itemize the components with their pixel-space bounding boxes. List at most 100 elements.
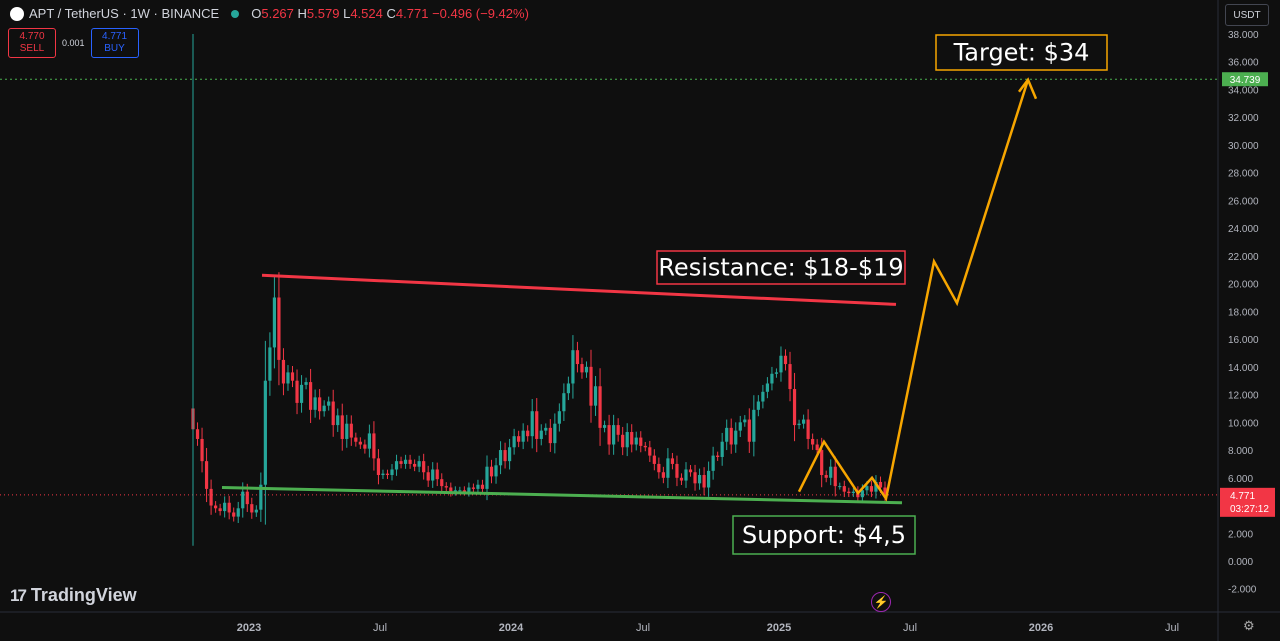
candle-body bbox=[489, 466, 494, 477]
candle-body bbox=[598, 386, 602, 428]
y-tick-label: 18.000 bbox=[1228, 307, 1259, 318]
candle-body bbox=[218, 508, 222, 512]
candle-body bbox=[607, 425, 611, 445]
candle-body bbox=[485, 466, 489, 489]
candle-body bbox=[331, 401, 335, 426]
candle-body bbox=[729, 427, 733, 445]
candle-body bbox=[476, 484, 480, 489]
y-tick-label: 32.000 bbox=[1228, 113, 1259, 124]
candle-body bbox=[625, 432, 629, 448]
candle-body bbox=[838, 486, 842, 488]
y-tick-label: 28.000 bbox=[1228, 169, 1259, 180]
candle-body bbox=[281, 359, 286, 384]
gear-icon[interactable]: ⚙ bbox=[1243, 618, 1255, 634]
candle-body bbox=[792, 389, 797, 426]
candle-body bbox=[666, 458, 670, 478]
candle-body bbox=[761, 391, 765, 402]
candle-body bbox=[471, 487, 476, 489]
candle-body bbox=[602, 425, 607, 428]
candle-body bbox=[544, 427, 548, 431]
candle-body bbox=[779, 355, 783, 373]
candle-body bbox=[526, 430, 530, 437]
buy-button[interactable]: 4.771 BUY bbox=[90, 28, 139, 58]
candle-body bbox=[449, 487, 453, 492]
candle-body bbox=[467, 487, 471, 492]
candle-body bbox=[381, 473, 385, 476]
candle-body bbox=[535, 411, 539, 439]
candle-body bbox=[399, 461, 403, 464]
candle-body bbox=[241, 491, 245, 509]
candle-body bbox=[304, 382, 308, 385]
candle-body bbox=[670, 458, 675, 464]
candle-body bbox=[426, 472, 430, 481]
y-tick-label: -2.000 bbox=[1228, 585, 1257, 596]
candle-body bbox=[444, 486, 448, 488]
market-status-icon bbox=[231, 9, 240, 18]
candle-body bbox=[363, 444, 367, 449]
candle-body bbox=[498, 450, 503, 466]
candle-body bbox=[313, 397, 317, 410]
candle-body bbox=[327, 401, 331, 406]
candle-body bbox=[661, 472, 665, 478]
aptos-logo-icon bbox=[10, 6, 24, 21]
x-tick-label: 2026 bbox=[1029, 622, 1053, 634]
candle-body bbox=[408, 459, 412, 464]
candle-body bbox=[345, 423, 349, 439]
candle-body bbox=[232, 512, 236, 517]
candle-body bbox=[675, 463, 679, 478]
candle-body bbox=[367, 433, 371, 449]
candle-body bbox=[806, 419, 810, 439]
tradingview-logo: 17 TradingView bbox=[10, 585, 137, 605]
candle-body bbox=[815, 444, 819, 451]
lightning-icon[interactable]: ⚡ bbox=[871, 592, 891, 612]
candle-body bbox=[593, 386, 598, 406]
candle-body bbox=[530, 411, 534, 437]
y-tick-label: 0.000 bbox=[1228, 557, 1253, 568]
y-tick-label: 24.000 bbox=[1228, 224, 1259, 235]
projection-path bbox=[797, 79, 1030, 502]
candle-body bbox=[214, 505, 218, 509]
candle-body bbox=[865, 486, 869, 491]
candle-body bbox=[223, 502, 227, 512]
candle-body bbox=[688, 469, 693, 473]
candle-body bbox=[847, 491, 851, 494]
chart-header: APT / TetherUS · 1W · BINANCE O5.267 H5.… bbox=[10, 6, 529, 21]
candle-body bbox=[584, 366, 589, 373]
spread-value: 0.001 bbox=[62, 38, 85, 48]
candle-body bbox=[801, 419, 806, 424]
candle-body bbox=[693, 472, 697, 484]
sell-button[interactable]: 4.770 SELL bbox=[8, 28, 56, 58]
tradingview-logo-icon: 17 bbox=[10, 585, 27, 605]
candle-body bbox=[716, 455, 720, 457]
candle-body bbox=[725, 427, 729, 442]
candle-body bbox=[575, 350, 580, 365]
candle-body bbox=[512, 436, 516, 448]
symbol-title: APT / TetherUS · 1W · BINANCE bbox=[29, 6, 220, 21]
candle-body bbox=[268, 347, 272, 381]
y-tick-label: 30.000 bbox=[1228, 141, 1259, 152]
x-tick-label: 2023 bbox=[237, 622, 261, 634]
candle-body bbox=[770, 373, 774, 384]
candle-body bbox=[236, 508, 240, 517]
x-tick-label: Jul bbox=[903, 622, 917, 634]
trade-panel: 4.770 SELL 0.001 4.771 BUY bbox=[8, 28, 139, 58]
target-price-badge-label: 34.739 bbox=[1230, 75, 1261, 86]
candle-body bbox=[734, 430, 738, 445]
target-label: Target: $34 bbox=[953, 39, 1090, 67]
candle-body bbox=[811, 438, 815, 445]
y-tick-label: 34.000 bbox=[1228, 85, 1259, 96]
candle-body bbox=[829, 466, 833, 478]
candle-body bbox=[720, 441, 724, 457]
price-chart[interactable]: -2.0000.0002.0004.0006.0008.00010.00012.… bbox=[0, 0, 1280, 641]
candle-body bbox=[553, 423, 557, 444]
y-tick-label: 8.000 bbox=[1228, 446, 1253, 457]
y-tick-label: 36.000 bbox=[1228, 58, 1259, 69]
currency-selector[interactable]: USDT bbox=[1225, 4, 1269, 26]
candle-body bbox=[376, 458, 381, 476]
candle-body bbox=[648, 447, 652, 456]
price-change: −0.496 (−9.42%) bbox=[432, 6, 529, 21]
candle-body bbox=[765, 383, 770, 392]
candle-body bbox=[616, 425, 620, 435]
candle-body bbox=[340, 415, 344, 439]
y-tick-label: 2.000 bbox=[1228, 529, 1253, 540]
